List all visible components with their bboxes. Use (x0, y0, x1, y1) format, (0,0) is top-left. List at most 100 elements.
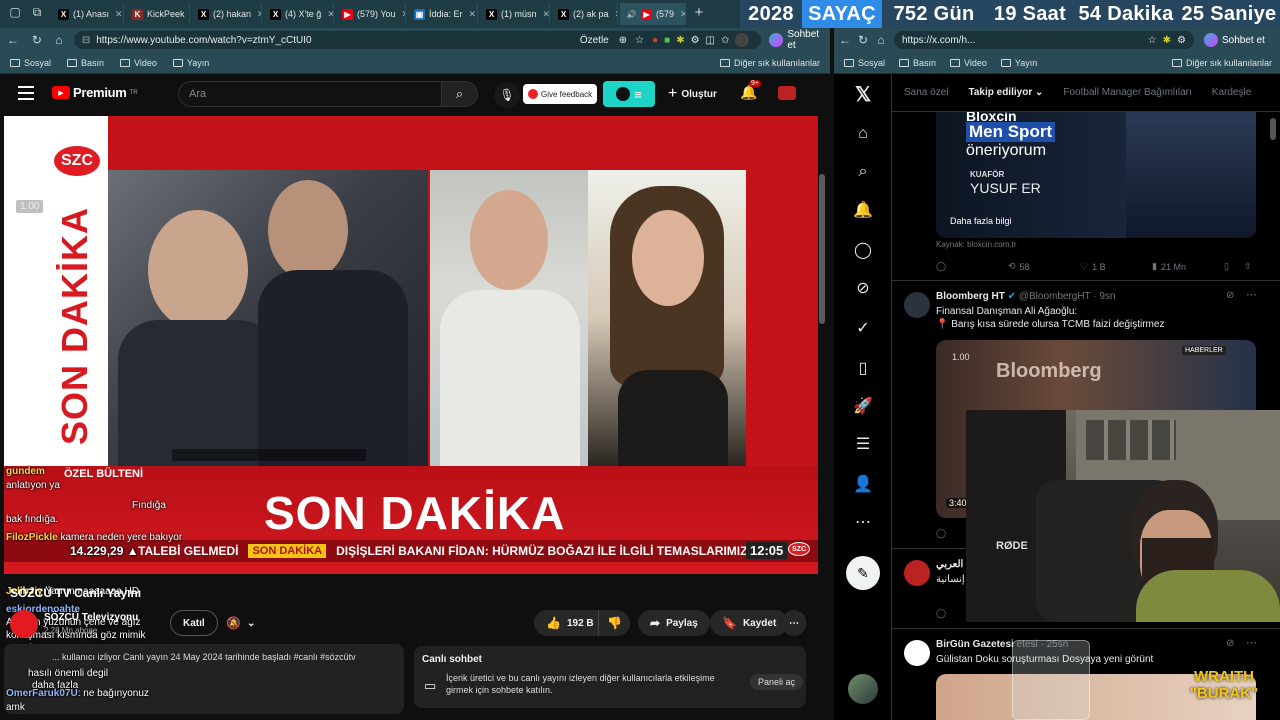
reload-icon[interactable]: ↻ (854, 33, 872, 47)
tab-4[interactable]: X(4) X'te ğ✕ (264, 3, 334, 25)
youtube-scrollbar[interactable] (819, 174, 825, 324)
tab-search-icon[interactable]: ⧉ (28, 5, 46, 20)
copilot-icon[interactable] (1204, 33, 1218, 47)
more-icon[interactable]: ⋯ (1246, 288, 1257, 301)
extension-button[interactable]: ≡ (603, 81, 655, 107)
other-bookmarks[interactable]: Diğer sık kullanılanlar (1171, 58, 1272, 68)
like-button[interactable]: ♡ 1 B (1080, 261, 1106, 272)
summarize-button[interactable]: Özetle (580, 35, 609, 46)
search-box[interactable]: Ara ⌕ (178, 81, 478, 107)
tab-2[interactable]: KKickPeek✕ (126, 3, 190, 25)
copilot-chat-button[interactable]: Sohbet et (1222, 35, 1265, 46)
open-panel-button[interactable]: Paneli aç (750, 674, 804, 690)
ad-source[interactable]: Kaynak: bloxcin.com.tr (936, 240, 1016, 249)
bookmarks-icon[interactable]: ▯ (851, 356, 875, 380)
subscribe-notify-button[interactable]: 🔕 ⌄ (214, 610, 267, 636)
home-icon[interactable]: ⌂ (872, 33, 890, 47)
youtube-logo[interactable]: ▶ Premium TR (52, 85, 138, 100)
reload-icon[interactable]: ↻ (28, 33, 46, 47)
x-scrollbar[interactable] (1270, 118, 1276, 140)
close-icon[interactable]: ✕ (257, 9, 261, 20)
like-button[interactable]: 👍 192 B (534, 610, 606, 636)
url-field[interactable]: https://x.com/h... ☆ ✱ ⚙ (894, 31, 1194, 49)
bookmark-button[interactable]: ▯ (1224, 261, 1229, 272)
video-description[interactable]: ... kullanıcı izliyor Canlı yayın 24 May… (4, 644, 404, 714)
new-tab-icon[interactable]: + (690, 4, 708, 21)
mic-button[interactable]: 🎙 (494, 82, 520, 108)
x-logo-icon[interactable]: 𝕏 (851, 82, 875, 106)
more-actions-button[interactable]: ⋯ (782, 610, 806, 636)
ad-media[interactable]: Bloxcin Men Sport öneriyorum KUAFÖR YUSU… (936, 112, 1256, 238)
grok-icon[interactable]: ⊘ (851, 276, 875, 300)
other-bookmarks[interactable]: Diğer sık kullanılanlar (719, 58, 820, 68)
views-button[interactable]: ▮ 21 Mn (1152, 261, 1186, 272)
copilot-icon[interactable] (769, 33, 784, 47)
premium-rocket-icon[interactable]: 🚀 (851, 394, 875, 418)
communities-icon[interactable]: ✓ (851, 316, 875, 340)
back-icon[interactable]: ← (4, 33, 22, 47)
messages-icon[interactable]: ◯ (851, 238, 875, 262)
tab-1[interactable]: X (1) Anası ✕ (52, 3, 124, 25)
tab-actions-icon[interactable]: ▢ (6, 5, 24, 19)
grok-icon[interactable]: ⊘ (1226, 638, 1234, 649)
channel-avatar[interactable] (10, 610, 38, 638)
copilot-chat-button[interactable]: Sohbet et (787, 29, 830, 51)
alaraby-avatar[interactable] (904, 560, 930, 586)
tab-9-active[interactable]: 🔊▶(579✕ (620, 3, 686, 25)
back-icon[interactable]: ← (836, 33, 854, 47)
tab-8[interactable]: X(2) ak pa✕ (552, 3, 618, 25)
close-icon[interactable]: ✕ (680, 9, 685, 20)
settings-icon[interactable]: ⚙ (691, 35, 700, 46)
tab-football-manager[interactable]: Football Manager Bağımlıları (1063, 87, 1191, 98)
url-field[interactable]: ⊟ https://www.youtube.com/watch?v=ztmY_c… (73, 31, 762, 49)
search-button[interactable]: ⌕ (441, 82, 477, 106)
share-button[interactable]: ➦ Paylaş (638, 610, 710, 636)
create-button[interactable]: + Oluştur (668, 83, 717, 105)
bookmark-yayin[interactable]: Yayın (172, 58, 209, 68)
close-icon[interactable]: ✕ (615, 9, 617, 20)
tab-kardesler[interactable]: Kardeşle (1212, 87, 1251, 98)
extension-icon[interactable]: ✱ (1163, 35, 1171, 46)
tab-6[interactable]: ▣ İddia: Er ✕ (408, 3, 478, 25)
more-icon[interactable]: ⋯ (851, 510, 875, 534)
compose-post-button[interactable]: ✎ (846, 556, 880, 590)
dislike-button[interactable]: 👎 (598, 610, 630, 636)
zoom-icon[interactable]: ⊕ (619, 35, 627, 46)
notifications-icon[interactable]: 🔔 (851, 198, 875, 222)
channel-name[interactable]: SÖZCÜ Televizyonu (44, 612, 138, 623)
notifications-button[interactable]: 🔔 9+ (740, 80, 761, 102)
home-icon[interactable]: ⌂ (851, 122, 875, 146)
reply-button[interactable]: ◯ (936, 528, 946, 539)
repost-button[interactable]: ⟲ 58 (1008, 261, 1030, 272)
tab-following[interactable]: Takip ediliyor ⌄ (968, 87, 1043, 98)
share-button[interactable]: ⇧ (1244, 261, 1252, 272)
close-icon[interactable]: ✕ (402, 9, 405, 20)
video-player[interactable]: SZC SON DAKİKA 1.00 ÖZEL BÜLTENİ SON DAK… (4, 116, 818, 574)
bookmark-sosyal[interactable]: Sosyal (10, 58, 51, 68)
birgun-avatar[interactable] (904, 640, 930, 666)
player-controls-bar[interactable] (172, 449, 366, 461)
bookmark-basin[interactable]: Basın (67, 58, 104, 68)
ad-more-info[interactable]: Daha fazla bilgi (950, 216, 1012, 226)
menu-icon[interactable] (18, 86, 34, 100)
favorites-icon[interactable]: ✩ (721, 35, 729, 46)
search-icon[interactable]: ⌕ (851, 160, 875, 184)
bookmark-sosyal[interactable]: Sosyal (844, 58, 885, 68)
save-button[interactable]: 🔖 Kaydet (710, 610, 789, 636)
close-icon[interactable]: ✕ (327, 9, 333, 20)
bookmark-video[interactable]: Video (120, 58, 157, 68)
bookmark-basin[interactable]: Basın (899, 58, 936, 68)
tab-3[interactable]: X(2) hakan✕ (192, 3, 262, 25)
account-avatar[interactable] (848, 674, 878, 704)
give-feedback-button[interactable]: Give feedback (523, 84, 598, 104)
reply-button[interactable]: ◯ (936, 608, 946, 619)
extension-icon[interactable]: ● (652, 35, 658, 46)
extension-icon[interactable]: ■ (664, 35, 670, 46)
close-icon[interactable]: ✕ (115, 9, 123, 20)
bookmark-yayin[interactable]: Yayın (1000, 58, 1037, 68)
bloomberg-avatar[interactable] (904, 292, 930, 318)
tab-7[interactable]: X (1) müsn ✕ (480, 3, 550, 25)
more-icon[interactable]: ⋯ (1246, 636, 1257, 649)
profile-icon[interactable]: 👤 (851, 472, 875, 496)
home-icon[interactable]: ⌂ (50, 33, 68, 47)
